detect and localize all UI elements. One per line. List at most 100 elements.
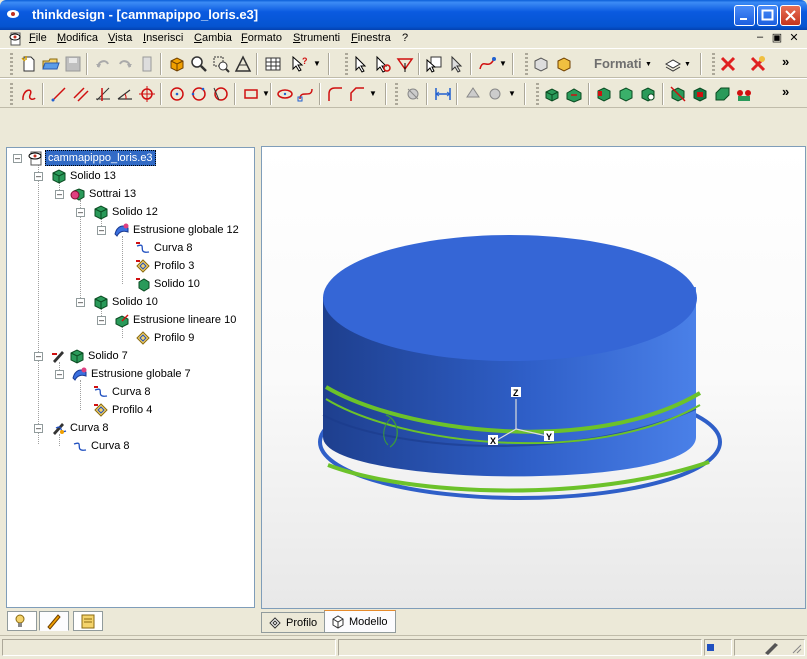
circle-center-icon[interactable] xyxy=(168,85,186,103)
tree-node[interactable]: Solido 7 xyxy=(50,347,130,365)
new-file-icon[interactable] xyxy=(20,55,38,73)
delete-icon[interactable] xyxy=(719,55,737,73)
menu-file[interactable]: File xyxy=(29,32,47,44)
menu-cambia[interactable]: Cambia xyxy=(194,32,232,44)
angle-line-icon[interactable] xyxy=(116,85,134,103)
transform-icon[interactable] xyxy=(404,85,422,103)
spline-curve-icon[interactable] xyxy=(20,85,38,103)
doc-close-button[interactable]: ✕ xyxy=(786,31,802,46)
menu-vista[interactable]: Vista xyxy=(108,32,132,44)
menu-finestra[interactable]: Finestra xyxy=(351,32,391,44)
select-edge-icon[interactable] xyxy=(396,55,414,73)
close-button[interactable] xyxy=(780,5,801,26)
model-viewport[interactable]: Z X Y xyxy=(261,146,806,609)
perpendicular-line-icon[interactable] xyxy=(94,85,112,103)
cut-solid-icon[interactable] xyxy=(669,85,687,103)
toolbar-overflow-chevron[interactable]: » xyxy=(782,54,789,69)
circle-tangent-icon[interactable] xyxy=(212,85,230,103)
tree-node[interactable]: Sottrai 13 xyxy=(69,185,138,203)
menu-inserisci[interactable]: Inserisci xyxy=(143,32,183,44)
select-filter-icon[interactable] xyxy=(374,55,392,73)
tree-node[interactable]: Solido 10 xyxy=(92,293,160,311)
fillet-solid-icon[interactable] xyxy=(713,85,731,103)
crosshair-point-icon[interactable] xyxy=(138,85,156,103)
delete-all-icon[interactable] xyxy=(749,55,767,73)
collapse-toggle[interactable]: – xyxy=(55,190,64,199)
fillet-icon[interactable] xyxy=(326,85,344,103)
clipboard-icon[interactable] xyxy=(138,55,156,73)
pattern-solid-icon[interactable] xyxy=(735,85,753,103)
layers-icon[interactable] xyxy=(664,55,682,73)
snap-curve-icon[interactable] xyxy=(478,55,496,73)
open-folder-icon[interactable] xyxy=(42,55,60,73)
constraint-icon[interactable] xyxy=(464,85,482,103)
material-cube-icon[interactable] xyxy=(555,55,573,73)
tab-tips[interactable] xyxy=(7,611,37,631)
menu-help[interactable]: ? xyxy=(402,32,408,44)
curve-edit-icon[interactable] xyxy=(297,85,315,103)
status-grip[interactable] xyxy=(734,639,805,656)
tab-modello[interactable]: Modello xyxy=(324,610,396,633)
dropdown-arrow-icon[interactable]: ▼ xyxy=(369,89,377,98)
tree-node[interactable]: Curva 8 xyxy=(134,239,195,257)
collapse-toggle[interactable]: – xyxy=(97,226,106,235)
save-icon[interactable] xyxy=(64,55,82,73)
rectangle-icon[interactable] xyxy=(242,85,260,103)
select-arrow-icon[interactable] xyxy=(352,55,370,73)
dropdown-arrow-icon[interactable]: ▼ xyxy=(684,61,691,68)
tree-node[interactable]: Estrusione lineare 10 xyxy=(113,311,238,329)
collapse-toggle[interactable]: – xyxy=(34,352,43,361)
dropdown-arrow-icon[interactable]: ▼ xyxy=(262,89,270,98)
tree-node[interactable]: Solido 13 xyxy=(50,167,118,185)
dropdown-arrow-icon[interactable]: ▼ xyxy=(313,59,321,68)
menu-strumenti[interactable]: Strumenti xyxy=(293,32,340,44)
parallel-lines-icon[interactable] xyxy=(72,85,90,103)
tree-node[interactable]: Profilo 3 xyxy=(134,257,196,275)
dropdown-arrow-icon[interactable]: ▼ xyxy=(508,89,516,98)
toolbar-grip[interactable] xyxy=(10,53,13,75)
collapse-toggle[interactable]: – xyxy=(76,208,85,217)
style-cube-icon[interactable] xyxy=(532,55,550,73)
doc-restore-button[interactable]: ▣ xyxy=(769,31,785,46)
extrude-solid-icon[interactable] xyxy=(543,85,561,103)
constraint-gear-icon[interactable] xyxy=(486,85,504,103)
select-move-icon[interactable] xyxy=(447,55,465,73)
zoom-icon[interactable] xyxy=(190,55,208,73)
tree-node[interactable]: Profilo 4 xyxy=(92,401,154,419)
tree-root[interactable]: cammapippo_loris.e3 xyxy=(27,149,156,167)
collapse-toggle[interactable]: – xyxy=(76,298,85,307)
tab-properties[interactable] xyxy=(73,611,103,631)
shell-solid-icon[interactable] xyxy=(691,85,709,103)
select-copy-icon[interactable] xyxy=(425,55,443,73)
menu-modifica[interactable]: Modifica xyxy=(57,32,98,44)
tab-tree[interactable] xyxy=(39,611,69,631)
tree-node[interactable]: Curva 8 xyxy=(50,419,111,437)
table-icon[interactable] xyxy=(264,55,282,73)
collapse-toggle[interactable]: – xyxy=(34,424,43,433)
circle-3point-icon[interactable] xyxy=(190,85,208,103)
tree-node[interactable]: Profilo 9 xyxy=(134,329,196,347)
help-pointer-icon[interactable]: ? xyxy=(290,55,308,73)
collapse-toggle[interactable]: – xyxy=(55,370,64,379)
subtract-solid-icon[interactable] xyxy=(639,85,657,103)
undo-icon[interactable] xyxy=(94,55,112,73)
dropdown-arrow-icon[interactable]: ▼ xyxy=(499,59,507,68)
collapse-toggle[interactable]: – xyxy=(13,154,22,163)
collapse-toggle[interactable]: – xyxy=(97,316,106,325)
tree-node[interactable]: Curva 8 xyxy=(71,437,132,455)
revolve-solid-icon[interactable] xyxy=(565,85,583,103)
formati-dropdown[interactable]: Formati xyxy=(594,56,642,71)
dropdown-arrow-icon[interactable]: ▼ xyxy=(645,61,652,68)
union-solid-icon[interactable] xyxy=(617,85,635,103)
minimize-button[interactable] xyxy=(734,5,755,26)
tree-node[interactable]: Solido 12 xyxy=(92,203,160,221)
tree-node[interactable]: Curva 8 xyxy=(92,383,153,401)
chamfer-icon[interactable] xyxy=(348,85,366,103)
shaded-cube-icon[interactable] xyxy=(168,55,186,73)
line-icon[interactable] xyxy=(50,85,68,103)
tab-profilo[interactable]: Profilo xyxy=(261,612,325,633)
cam-3d-model[interactable]: Z X Y xyxy=(262,147,806,609)
view-triangle-icon[interactable] xyxy=(234,55,252,73)
document-icon[interactable] xyxy=(8,31,24,47)
maximize-button[interactable] xyxy=(757,5,778,26)
